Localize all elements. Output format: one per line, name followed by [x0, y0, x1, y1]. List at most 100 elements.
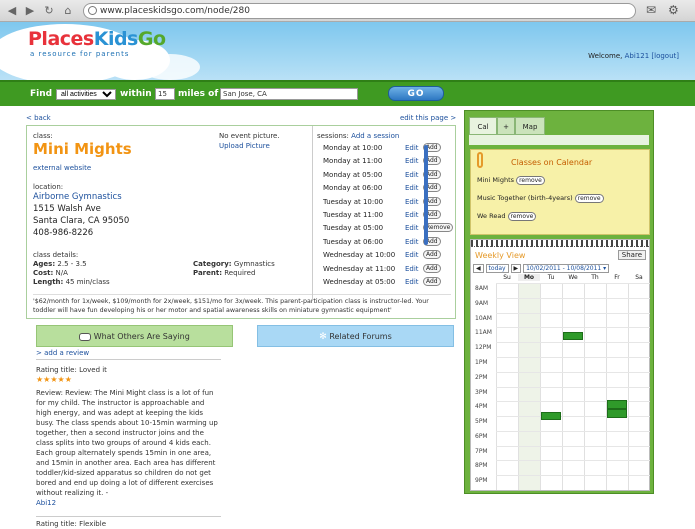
miles-label: miles of — [178, 89, 219, 99]
session-add-button[interactable]: Add — [423, 250, 441, 260]
session-edit-link[interactable]: Edit — [405, 144, 419, 152]
session-edit-link[interactable]: Edit — [405, 265, 419, 273]
location-input[interactable]: San Jose, CA — [220, 88, 358, 100]
calendar-event[interactable] — [607, 408, 627, 418]
related-forums-header[interactable]: ✻ Related Forums — [257, 325, 454, 347]
hour-label: 6PM — [475, 432, 488, 440]
speech-bubble-icon — [79, 332, 92, 341]
session-edit-link[interactable]: Edit — [405, 251, 419, 259]
external-website-link[interactable]: external website — [33, 164, 91, 172]
calendar-event[interactable] — [563, 331, 583, 340]
date-range-select[interactable]: 10/02/2011 - 10/08/2011 ▾ — [523, 264, 610, 273]
prev-week-button[interactable]: ◀ — [473, 264, 484, 273]
tab-cal[interactable]: Cal — [469, 117, 497, 135]
session-row: Tuesday at 11:00 Edit Add — [323, 210, 449, 219]
hour-label: 8AM — [475, 285, 489, 292]
hour-label: 10AM — [475, 314, 492, 322]
tab-map[interactable]: Map — [515, 117, 545, 135]
session-edit-link[interactable]: Edit — [405, 198, 419, 206]
remove-class-button[interactable]: remove — [507, 212, 537, 221]
session-time: Wednesday at 05:00 — [323, 278, 396, 286]
back-link[interactable]: < back — [26, 114, 51, 122]
find-label: Find — [30, 89, 53, 99]
location-label: location: — [33, 183, 64, 191]
browser-toolbar: ◀ ▶ ↻ ⌂ www.placeskidsgo.com/node/280 ✉ … — [0, 0, 695, 22]
hour-line — [496, 327, 650, 329]
what-others-header[interactable]: What Others Are Saying — [36, 325, 233, 347]
today-button[interactable]: today — [485, 264, 509, 273]
calendar-class-name: Music Together (birth-4years) — [477, 194, 573, 202]
next-week-button[interactable]: ▶ — [510, 264, 522, 273]
site-header: PlacesKidsGo a resource for parents Welc… — [0, 22, 695, 84]
session-add-button[interactable]: Add — [423, 277, 441, 286]
class-label: class: — [33, 132, 53, 140]
cost-row: Cost: N/A — [33, 269, 68, 277]
home-icon[interactable]: ⌂ — [61, 4, 75, 17]
hour-label: 8PM — [475, 462, 488, 470]
session-row: Monday at 11:00 Edit Add — [323, 156, 449, 166]
site-logo[interactable]: PlacesKidsGo — [28, 28, 166, 50]
calendar-event[interactable] — [541, 411, 561, 420]
miles-input[interactable]: 15 — [155, 88, 175, 100]
session-row: Monday at 06:00 Edit Add — [323, 183, 449, 193]
hour-label: 1PM — [475, 358, 488, 366]
activity-select[interactable]: all activities — [56, 89, 116, 100]
session-edit-link[interactable]: Edit — [405, 171, 419, 179]
session-edit-link[interactable]: Edit — [405, 224, 419, 232]
tab-add[interactable]: + — [497, 117, 515, 135]
day-header: We — [568, 274, 578, 281]
page-icon[interactable]: ✉ — [646, 3, 656, 17]
session-time: Monday at 11:00 — [323, 157, 383, 166]
hour-label: 7PM — [475, 447, 488, 455]
day-header: Th — [591, 274, 599, 281]
upload-picture-link[interactable]: Upload Picture — [219, 142, 270, 150]
remove-class-button[interactable]: remove — [574, 194, 604, 203]
rating-title: Rating title: Loved it — [36, 366, 107, 374]
add-review-link[interactable]: > add a review — [36, 349, 89, 357]
divider — [36, 359, 221, 360]
session-edit-link[interactable]: Edit — [405, 211, 419, 219]
add-session-link[interactable]: Add a session — [351, 132, 399, 140]
snowflake-icon: ✻ — [319, 332, 327, 342]
edit-page-link[interactable]: edit this page > — [400, 114, 456, 122]
reload-icon[interactable]: ↻ — [42, 4, 56, 17]
review-author-link[interactable]: Abi12 — [36, 499, 56, 507]
hour-label: 9PM — [475, 477, 488, 485]
wrench-icon[interactable]: ⚙ — [668, 3, 679, 17]
session-add-button[interactable]: Add — [423, 263, 441, 273]
hour-line — [496, 460, 650, 462]
back-arrow-icon[interactable]: ◀ — [5, 4, 19, 17]
session-edit-link[interactable]: Edit — [405, 278, 419, 286]
remove-class-button[interactable]: remove — [516, 176, 545, 185]
sessions-scrollbar[interactable] — [424, 145, 428, 245]
hour-label: 3PM — [475, 388, 488, 396]
address-bar[interactable]: www.placeskidsgo.com/node/280 — [83, 3, 636, 19]
paperclip-icon — [477, 152, 483, 168]
forward-arrow-icon[interactable]: ▶ — [23, 4, 37, 17]
hour-label: 5PM — [475, 418, 488, 426]
venue-link[interactable]: Airborne Gymnastics — [33, 192, 122, 202]
session-time: Tuesday at 11:00 — [323, 211, 384, 219]
cloud-decoration — [140, 54, 200, 80]
review-item: Rating title: Loved it ★★★★★ Review: Rev… — [36, 365, 221, 529]
calendar-class-name: Mini Mights — [477, 176, 515, 184]
share-button[interactable]: Share — [617, 250, 646, 260]
go-button[interactable]: GO — [388, 86, 444, 101]
hour-line — [496, 356, 650, 358]
session-edit-link[interactable]: Edit — [405, 184, 419, 192]
session-row: Wednesday at 11:00 Edit Add — [323, 263, 449, 273]
session-edit-link[interactable]: Edit — [405, 238, 419, 246]
week-grid[interactable] — [496, 283, 650, 490]
calendar-class-item: Mini Mights remove — [477, 176, 545, 185]
star-rating-icon: ★★★★★ — [36, 375, 72, 384]
session-time: Tuesday at 05:00 — [323, 224, 384, 233]
search-bar: Find all activities within 15 miles of S… — [0, 80, 695, 106]
hour-line — [496, 386, 650, 388]
session-time: Wednesday at 10:00 — [323, 251, 396, 260]
category-row: Category: Gymnastics — [193, 260, 275, 268]
session-edit-link[interactable]: Edit — [405, 157, 419, 165]
user-link[interactable]: Abi121 — [625, 52, 650, 60]
logout-link[interactable]: [logout] — [651, 52, 679, 60]
ages-row: Ages: 2.5 - 3.5 — [33, 260, 87, 268]
calendar-event[interactable] — [607, 399, 627, 409]
